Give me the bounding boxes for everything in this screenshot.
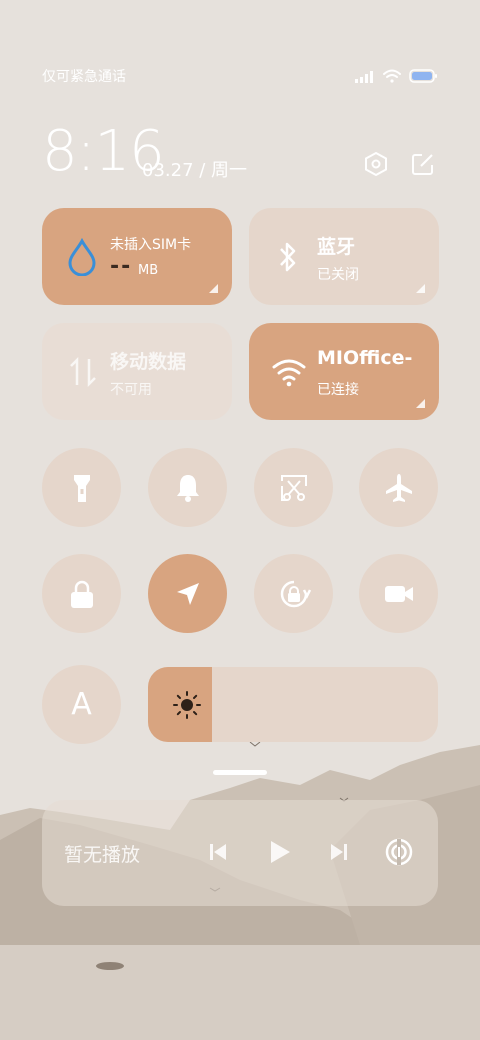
media-status-label: 暂无播放: [64, 844, 141, 866]
mobile-data-tile[interactable]: 移动数据 不可用: [42, 323, 232, 420]
carrier-status-text: 仅可紧急通话: [42, 69, 126, 85]
screenshot-scissors-icon: [280, 474, 307, 501]
mobile-data-status: 不可用: [110, 382, 152, 398]
data-usage-value: --: [110, 254, 133, 279]
wifi-tile[interactable]: MIOffice- 已连接: [249, 323, 439, 420]
flashlight-toggle[interactable]: [42, 448, 121, 527]
battery-icon: [409, 69, 437, 83]
edit-icon[interactable]: [407, 148, 439, 180]
mobile-data-title: 移动数据: [110, 351, 187, 373]
play-icon[interactable]: [265, 838, 293, 866]
rotate-lock-icon: [280, 580, 311, 607]
status-icons: [355, 69, 437, 83]
brightness-slider[interactable]: [148, 667, 438, 742]
bluetooth-icon: [280, 242, 296, 272]
settings-hexagon-icon[interactable]: [360, 148, 392, 180]
wifi-icon: [383, 69, 401, 83]
data-usage-unit: MB: [138, 263, 159, 278]
lock-screen-toggle[interactable]: [42, 554, 121, 633]
drag-handle[interactable]: [213, 770, 267, 775]
wifi-network-name: MIOffice-: [317, 347, 413, 369]
previous-icon[interactable]: [206, 840, 230, 864]
mobile-data-icon: [70, 356, 96, 388]
wifi-icon: [272, 359, 306, 387]
screen-record-toggle[interactable]: [359, 554, 438, 633]
bell-icon: [176, 474, 199, 502]
sound-toggle[interactable]: [148, 448, 227, 527]
lock-icon: [70, 580, 93, 608]
auto-brightness-toggle[interactable]: A: [42, 665, 121, 744]
bluetooth-tile[interactable]: 蓝牙 已关闭: [249, 208, 439, 305]
video-camera-icon: [384, 585, 413, 602]
airplane-toggle[interactable]: [359, 448, 438, 527]
auto-brightness-label: A: [71, 687, 92, 722]
bluetooth-status: 已关闭: [317, 267, 359, 283]
location-toggle[interactable]: [148, 554, 227, 633]
auto-rotate-toggle[interactable]: [254, 554, 333, 633]
audio-output-icon[interactable]: [384, 837, 414, 867]
screenshot-toggle[interactable]: [254, 448, 333, 527]
water-drop-icon: [68, 238, 96, 276]
sim-status-label: 未插入SIM卡: [110, 237, 192, 253]
flashlight-icon: [73, 474, 90, 502]
sun-icon: [173, 691, 201, 719]
expand-corner-icon: [416, 399, 425, 408]
signal-icon: [355, 71, 373, 83]
data-usage-tile[interactable]: 未插入SIM卡 -- MB: [42, 208, 232, 305]
location-arrow-icon: [176, 582, 199, 605]
next-icon[interactable]: [327, 840, 351, 864]
expand-corner-icon: [209, 284, 218, 293]
wifi-status: 已连接: [317, 382, 359, 398]
expand-corner-icon: [416, 284, 425, 293]
airplane-icon: [385, 473, 412, 502]
bluetooth-title: 蓝牙: [317, 236, 356, 258]
date-text: 03.27 / 周一: [142, 160, 248, 181]
